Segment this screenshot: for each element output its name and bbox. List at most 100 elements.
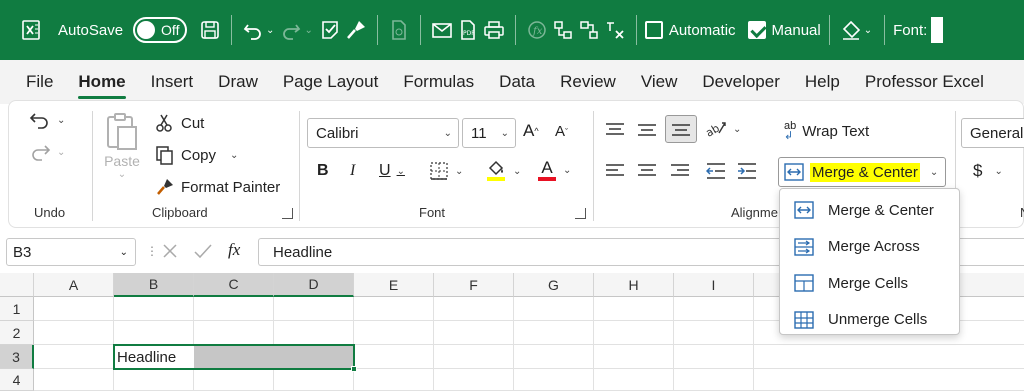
cell[interactable] [434,369,514,391]
pdf-icon[interactable]: PDF [455,17,481,43]
font-name-dropdown[interactable]: Calibri ⌄ [307,118,459,148]
cell[interactable] [674,321,754,345]
decrease-indent-button[interactable] [706,162,726,180]
middle-align-button[interactable] [637,121,657,139]
row-header-3[interactable]: 3 [0,345,34,369]
column-header-a[interactable]: A [34,273,114,297]
top-align-button[interactable] [605,121,625,139]
copy-button[interactable]: Copy ⌄ [155,145,238,165]
cell[interactable] [514,321,594,345]
eraser-dropdown-icon[interactable]: ⌄ [864,25,872,36]
document-icon[interactable] [386,17,412,43]
column-header-i[interactable]: I [674,273,754,297]
cell[interactable] [34,369,114,391]
mail-icon[interactable] [429,17,455,43]
tab-draw[interactable]: Draw [218,60,258,104]
merge-center-button[interactable]: Merge & Center ⌄ [778,157,946,187]
cell[interactable] [754,369,1024,391]
select-all-corner[interactable] [0,273,34,297]
cancel-icon[interactable] [160,241,180,266]
tab-developer[interactable]: Developer [702,60,780,104]
undo-icon[interactable] [240,17,266,43]
align-right-button[interactable] [670,162,690,180]
menu-item-merge-cells[interactable]: Merge Cells [780,265,959,302]
eraser-icon[interactable] [838,17,864,43]
column-header-f[interactable]: F [434,273,514,297]
redo-dropdown-icon[interactable]: ⌄ [304,25,312,36]
tab-view[interactable]: View [641,60,678,104]
trace-precedents-icon[interactable] [550,17,576,43]
cell[interactable] [274,321,354,345]
tab-insert[interactable]: Insert [151,60,194,104]
redo-icon[interactable] [278,17,304,43]
format-painter-button[interactable]: Format Painter [155,177,280,197]
format-painter-qat-icon[interactable] [343,17,369,43]
cell[interactable] [354,369,434,391]
column-header-b[interactable]: B [114,273,194,297]
enter-icon[interactable] [192,241,214,266]
trace-dependents-icon[interactable] [576,17,602,43]
cell[interactable] [114,321,194,345]
row-header-4[interactable]: 4 [0,369,34,391]
cell[interactable] [434,297,514,321]
cell[interactable] [594,321,674,345]
row-header-1[interactable]: 1 [0,297,34,321]
column-header-g[interactable]: G [514,273,594,297]
cell[interactable] [594,369,674,391]
cell[interactable] [114,369,194,391]
tab-page-layout[interactable]: Page Layout [283,60,378,104]
italic-button[interactable]: I [350,162,355,180]
currency-button[interactable]: $ ⌄ [973,161,1003,181]
align-center-button[interactable] [637,162,657,180]
clipboard-launcher-icon[interactable] [282,208,293,219]
cell[interactable] [274,297,354,321]
row-header-2[interactable]: 2 [0,321,34,345]
spell-check-icon[interactable] [317,17,343,43]
tab-data[interactable]: Data [499,60,535,104]
cell[interactable] [514,369,594,391]
name-box[interactable]: B3 ⌄ [6,238,136,266]
cell[interactable] [354,345,434,369]
font-qat-input[interactable] [931,17,944,43]
grow-font-button[interactable]: A ^ [523,121,539,141]
cell[interactable] [594,345,674,369]
cell[interactable] [674,345,754,369]
cell[interactable] [674,297,754,321]
ribbon-undo-button[interactable]: ⌄ [29,109,65,131]
save-icon[interactable] [197,17,223,43]
cell[interactable] [354,297,434,321]
tab-help[interactable]: Help [805,60,840,104]
tab-formulas[interactable]: Formulas [403,60,474,104]
cell[interactable] [594,297,674,321]
menu-item-merge-center[interactable]: Merge & Center [780,192,959,229]
cell[interactable] [354,321,434,345]
shrink-font-button[interactable]: Aˇ [555,123,568,140]
align-left-button[interactable] [605,162,625,180]
print-icon[interactable] [481,17,507,43]
cell[interactable] [194,369,274,391]
borders-button[interactable]: ⌄ [429,161,463,181]
bottom-align-button[interactable] [665,115,697,143]
function-icon[interactable]: fx [524,17,550,43]
cut-button[interactable]: Cut [155,113,204,133]
cell[interactable] [754,345,1024,369]
remove-arrows-icon[interactable] [602,17,628,43]
tab-review[interactable]: Review [560,60,616,104]
font-launcher-icon[interactable] [575,208,586,219]
ribbon-redo-button[interactable]: ⌄ [29,141,65,163]
cell[interactable] [514,297,594,321]
orientation-button[interactable]: ab ⌄ [705,119,741,139]
cell[interactable] [194,297,274,321]
font-size-dropdown[interactable]: 11 ⌄ [462,118,516,148]
cell[interactable] [194,321,274,345]
underline-button[interactable]: U ⌄ [379,162,405,180]
cell[interactable] [34,297,114,321]
cell[interactable] [114,297,194,321]
cell[interactable] [514,345,594,369]
font-color-button[interactable]: A ⌄ [537,159,571,181]
cell[interactable] [34,321,114,345]
fill-handle[interactable] [351,366,357,372]
paste-button[interactable]: Paste ⌄ [104,111,140,180]
cell[interactable] [274,369,354,391]
undo-dropdown-icon[interactable]: ⌄ [266,25,274,36]
